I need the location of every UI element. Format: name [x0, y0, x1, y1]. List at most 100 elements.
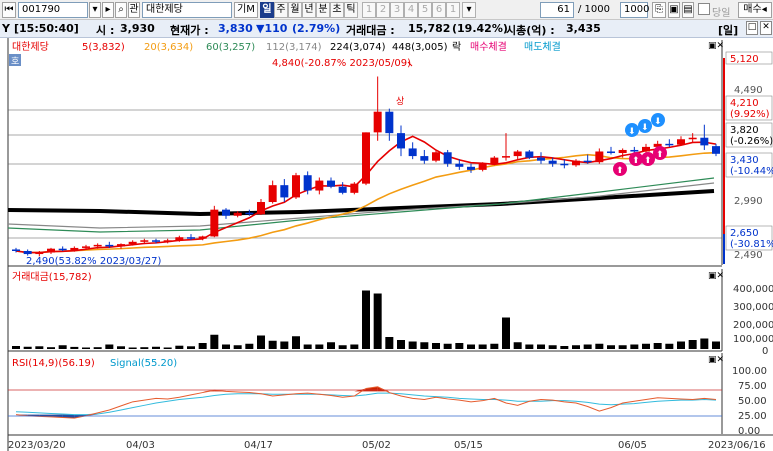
price-level-value-0: 5,120	[730, 54, 759, 65]
volume-legend: 거래대금(15,782)	[12, 271, 92, 283]
period-tab-4[interactable]: 분	[316, 2, 330, 18]
number-button-4[interactable]: 5	[418, 2, 432, 18]
svg-text:⬆: ⬆	[656, 150, 664, 160]
number-dropdown-icon[interactable]: ▾	[462, 2, 476, 18]
period-tab-3[interactable]: 년	[302, 2, 316, 18]
range-input[interactable]: 1000	[620, 2, 649, 18]
period-tab-5[interactable]: 초	[330, 2, 344, 18]
buy-button[interactable]: 매수◂	[738, 2, 772, 18]
first-icon[interactable]: ⏮	[2, 2, 16, 18]
vol-tick-200k: 200,000	[733, 320, 773, 331]
number-button-2[interactable]: 3	[390, 2, 404, 18]
price-legend: 대한제당 5(3,832) 20(3,634) 60(3,257) 112(3,…	[12, 41, 561, 53]
apply-icon[interactable]: ⎘	[652, 2, 666, 18]
volume-bar-23	[280, 341, 289, 349]
high-annotation: 4,840(-20.87% 2023/05/09)	[272, 58, 411, 69]
number-button-1[interactable]: 2	[376, 2, 390, 18]
volume-bar-31	[373, 293, 382, 349]
number-button-0[interactable]: 1	[362, 2, 376, 18]
signal-legend: Signal(55.20)	[110, 358, 177, 369]
search-icon[interactable]: ⌕	[115, 2, 127, 18]
volume-bar-54	[642, 343, 650, 349]
volume-bar-40	[478, 344, 487, 349]
filter-icon[interactable]: Y	[2, 22, 10, 35]
chart-area[interactable]: 대한제당 5(3,832) 20(3,634) 60(3,257) 112(3,…	[0, 38, 773, 451]
toolbar: ⏮ 001790 ▾ ▸ ⌕ 관 대한제당 기M 일 주 월 년 분 초 틱 1 2 3 4 5 6 1 ▾…	[0, 0, 773, 20]
volume-bar-4	[58, 345, 67, 349]
save-icon[interactable]: ▣	[668, 2, 680, 18]
vol-tick-400k: 400,000	[733, 284, 773, 295]
single-label: 당일	[712, 8, 731, 19]
volume-bar-41	[490, 343, 499, 349]
open-label: 시 :	[96, 24, 115, 37]
volume-bar-21	[257, 335, 265, 349]
volume-bar-17	[210, 334, 219, 349]
rsi-tick-75: 75.00	[738, 381, 767, 392]
volume-bar-8	[105, 344, 114, 349]
count-input[interactable]: 61	[540, 2, 574, 18]
change-value: ▼110	[256, 22, 288, 35]
number-button-6[interactable]: 1	[446, 2, 460, 18]
code-dropdown-icon[interactable]: ▾	[89, 2, 101, 18]
legend-ma5: 5(3,832)	[82, 42, 125, 53]
volume-bar-32	[385, 337, 394, 349]
close-icon[interactable]: ✕	[760, 21, 772, 35]
legend-ma60: 60(3,257)	[206, 42, 255, 53]
volume-bar-57	[677, 341, 685, 349]
mcap-value: 3,435	[566, 22, 601, 35]
time-label: [15:50:40]	[14, 22, 79, 35]
volume-bar-6	[82, 347, 90, 349]
amount-value: 15,782	[408, 22, 451, 35]
period-tab-2[interactable]: 월	[288, 2, 302, 18]
price-level-value-2: 3,820	[730, 125, 759, 136]
volume-bar-60	[712, 341, 720, 349]
volume-bar-38	[455, 343, 464, 349]
rsi-tick-50: 50.00	[738, 396, 767, 407]
rsi-tick-25: 25.00	[738, 411, 767, 422]
volume-bar-43	[513, 342, 522, 349]
svg-text:⬇: ⬇	[628, 127, 636, 137]
open-value: 3,930	[120, 22, 155, 35]
price-level-box-0: 5,120	[725, 51, 773, 65]
volume-bar-42	[502, 317, 510, 349]
stock-code-input[interactable]: 001790	[18, 2, 88, 18]
y-tick-2990: 2,990	[734, 196, 763, 207]
volume-bar-3	[47, 347, 55, 349]
volume-bar-12	[152, 346, 160, 349]
number-button-5[interactable]: 6	[432, 2, 446, 18]
volume-bar-22	[268, 340, 277, 349]
related-icon[interactable]: 관	[128, 2, 140, 18]
panel-max-icon[interactable]: ▣✕	[708, 41, 724, 51]
next-icon[interactable]: ▸	[102, 2, 114, 18]
volume-bar-45	[537, 344, 545, 349]
range-label: / 1000	[578, 4, 610, 15]
period-tab-0[interactable]: 일	[260, 2, 274, 18]
period-tab-6[interactable]: 틱	[344, 2, 358, 18]
legend-sell-fill: 매도체결	[524, 41, 561, 53]
single-checkbox[interactable]	[698, 3, 710, 15]
volume-bar-48	[572, 345, 580, 349]
x-label-4: 05/15	[454, 440, 483, 451]
legend-rise: 락	[452, 41, 461, 53]
number-button-3[interactable]: 4	[404, 2, 418, 18]
volume-bar-33	[397, 340, 405, 349]
x-label-2: 04/17	[244, 440, 273, 451]
volume-bar-9	[117, 346, 125, 349]
volume-bar-7	[93, 347, 102, 349]
x-label-0: 2023/03/20	[8, 440, 66, 451]
minimize-icon[interactable]: □	[746, 21, 758, 35]
stock-name-field: 대한제당	[142, 2, 232, 18]
period-tab-1[interactable]: 주	[274, 2, 288, 18]
limit-up-label: 상	[396, 96, 404, 107]
volume-panel-controls[interactable]: ▣✕	[708, 271, 724, 281]
price-level-value-1: 4,210	[730, 98, 759, 109]
price-level-pct-3: (-10.44%	[730, 166, 773, 177]
volume-bar-51	[607, 345, 615, 349]
period-indicator: [일]	[718, 24, 739, 37]
volume-bar-46	[548, 345, 557, 349]
price-level-value-4: 2,650	[730, 228, 759, 239]
rsi-legend: RSI(14,9)(56.19)	[12, 358, 95, 369]
settings-icon[interactable]: ▤	[682, 2, 694, 18]
rsi-panel-controls[interactable]: ▣✕	[708, 355, 724, 365]
type-button[interactable]: 기M	[234, 2, 258, 18]
